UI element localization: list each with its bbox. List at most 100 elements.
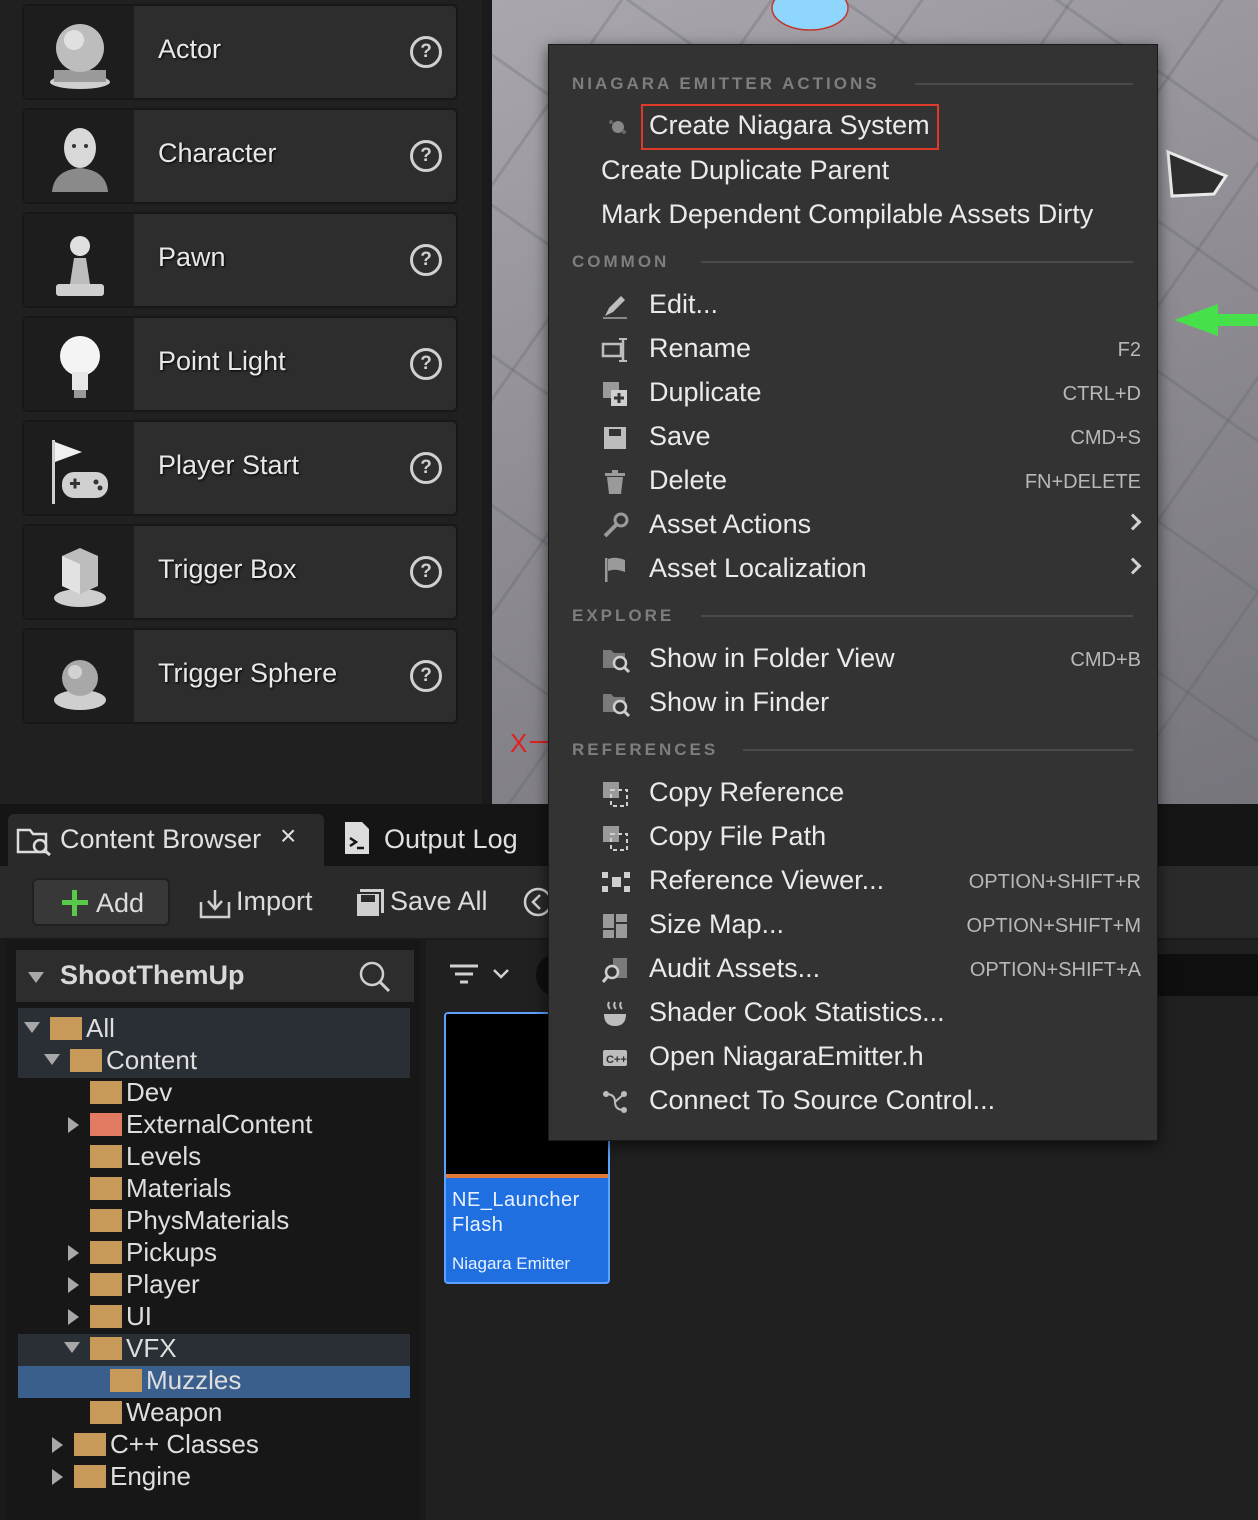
asset-context-menu: NIAGARA EMITTER ACTIONS Create Niagara S… — [548, 44, 1158, 1141]
asset-type: Niagara Emitter — [452, 1254, 571, 1273]
sphere-on-base-icon — [24, 6, 134, 98]
menu-item-delete[interactable]: Delete FN+DELETE — [549, 460, 1159, 502]
add-button[interactable]: Add — [32, 878, 170, 926]
section-header: COMMON — [572, 252, 670, 271]
filter-icon[interactable] — [448, 958, 514, 997]
help-icon[interactable]: ? — [410, 140, 442, 172]
place-item-label: Trigger Sphere — [158, 658, 338, 688]
place-item-label: Character — [158, 138, 277, 168]
folder-icon — [90, 1081, 122, 1104]
tree-item-muzzles[interactable]: Muzzles — [84, 1365, 404, 1397]
chevron-right-icon — [1124, 557, 1142, 575]
save-all-button[interactable]: Save All — [352, 878, 502, 926]
tree-item-content[interactable]: Content — [44, 1045, 404, 1077]
svg-text:C++: C++ — [606, 1054, 627, 1066]
tree-item-player[interactable]: Player — [64, 1269, 404, 1301]
menu-item-edit[interactable]: Edit... — [549, 284, 1159, 326]
section-header: NIAGARA EMITTER ACTIONS — [572, 74, 880, 93]
menu-item-connect-source-control[interactable]: Connect To Source Control... — [549, 1080, 1159, 1122]
menu-item-save[interactable]: Save CMD+S — [549, 416, 1159, 458]
import-button[interactable]: Import — [196, 878, 326, 926]
plus-icon — [60, 888, 90, 925]
place-item-character[interactable]: Character ? — [22, 108, 458, 204]
wrench-icon — [601, 512, 629, 540]
tab-content-browser[interactable]: Content Browser × — [8, 814, 324, 866]
menu-item-rename[interactable]: Rename F2 — [549, 328, 1159, 370]
light-bulb-icon — [24, 318, 134, 410]
import-icon — [198, 888, 232, 927]
source-control-icon — [601, 1088, 629, 1116]
duplicate-icon — [601, 380, 629, 408]
save-all-icon — [354, 888, 386, 925]
help-icon[interactable]: ? — [410, 660, 442, 692]
size-map-icon — [601, 912, 629, 940]
tree-item-externalcontent[interactable]: ExternalContent — [64, 1109, 404, 1141]
section-divider — [915, 83, 1133, 85]
cpp-folder-icon — [74, 1433, 106, 1456]
folder-icon — [90, 1305, 122, 1328]
asset-type-color-bar — [446, 1174, 608, 1178]
sphere-on-base-icon — [24, 630, 134, 722]
pencil-icon — [601, 292, 629, 320]
help-icon[interactable]: ? — [410, 452, 442, 484]
tree-item-weapon[interactable]: Weapon — [64, 1397, 404, 1429]
svg-text:X: X — [510, 728, 527, 758]
place-item-player-start[interactable]: Player Start ? — [22, 420, 458, 516]
section-divider — [743, 749, 1133, 751]
menu-item-create-niagara-system[interactable]: Create Niagara System — [549, 104, 1159, 152]
tree-item-materials[interactable]: Materials — [64, 1173, 404, 1205]
place-item-actor[interactable]: Actor ? — [22, 4, 458, 100]
menu-item-size-map[interactable]: Size Map... OPTION+SHIFT+M — [549, 904, 1159, 946]
tree-item-cpp-classes[interactable]: C++ Classes — [48, 1429, 404, 1461]
section-header: EXPLORE — [572, 606, 675, 625]
folder-icon — [90, 1273, 122, 1296]
help-icon[interactable]: ? — [410, 348, 442, 380]
tree-item-dev[interactable]: Dev — [64, 1077, 404, 1109]
help-icon[interactable]: ? — [410, 244, 442, 276]
menu-item-asset-actions[interactable]: Asset Actions — [549, 504, 1159, 546]
menu-item-asset-localization[interactable]: Asset Localization — [549, 548, 1159, 590]
content-browser-icon — [16, 826, 56, 863]
place-item-trigger-sphere[interactable]: Trigger Sphere ? — [22, 628, 458, 724]
menu-item-audit-assets[interactable]: Audit Assets... OPTION+SHIFT+A — [549, 948, 1159, 990]
folder-search-icon — [601, 646, 631, 674]
menu-item-copy-file-path[interactable]: Copy File Path — [549, 816, 1159, 858]
project-root-label: ShootThemUp — [60, 960, 245, 990]
tree-item-engine[interactable]: Engine — [48, 1461, 404, 1493]
import-label: Import — [236, 886, 313, 916]
tree-header[interactable]: ShootThemUp — [16, 950, 414, 1002]
trash-icon — [601, 468, 629, 496]
tree-item-pickups[interactable]: Pickups — [64, 1237, 404, 1269]
menu-item-open-header[interactable]: C++ Open NiagaraEmitter.h — [549, 1036, 1159, 1078]
folder-icon — [90, 1209, 122, 1232]
place-item-pawn[interactable]: Pawn ? — [22, 212, 458, 308]
copy-icon — [601, 780, 629, 808]
save-icon — [601, 424, 629, 452]
flag-icon — [601, 556, 629, 584]
menu-item-mark-dependent-dirty[interactable]: Mark Dependent Compilable Assets Dirty — [549, 194, 1159, 236]
menu-item-show-in-folder-view[interactable]: Show in Folder View CMD+B — [549, 638, 1159, 680]
menu-item-reference-viewer[interactable]: Reference Viewer... OPTION+SHIFT+R — [549, 860, 1159, 902]
menu-item-copy-reference[interactable]: Copy Reference — [549, 772, 1159, 814]
search-icon[interactable] — [358, 960, 392, 999]
tree-item-ui[interactable]: UI — [64, 1301, 404, 1333]
collapse-arrow-icon[interactable] — [28, 972, 44, 983]
tree-item-vfx[interactable]: VFX — [64, 1333, 404, 1365]
camera-icon — [1166, 149, 1229, 198]
place-item-label: Trigger Box — [158, 554, 297, 584]
cube-on-base-icon — [24, 526, 134, 618]
menu-item-shader-cook-statistics[interactable]: Shader Cook Statistics... — [549, 992, 1159, 1034]
audit-icon — [601, 956, 629, 984]
close-icon[interactable]: × — [280, 820, 296, 852]
help-icon[interactable]: ? — [410, 556, 442, 588]
place-item-trigger-box[interactable]: Trigger Box ? — [22, 524, 458, 620]
tree-item-physmaterials[interactable]: PhysMaterials — [64, 1205, 404, 1237]
tab-output-log[interactable]: Output Log — [336, 814, 536, 866]
tree-item-levels[interactable]: Levels — [64, 1141, 404, 1173]
tree-item-all[interactable]: All — [24, 1013, 404, 1045]
place-item-point-light[interactable]: Point Light ? — [22, 316, 458, 412]
menu-item-create-duplicate-parent[interactable]: Create Duplicate Parent — [549, 150, 1159, 192]
help-icon[interactable]: ? — [410, 36, 442, 68]
menu-item-duplicate[interactable]: Duplicate CTRL+D — [549, 372, 1159, 414]
menu-item-show-in-finder[interactable]: Show in Finder — [549, 682, 1159, 724]
